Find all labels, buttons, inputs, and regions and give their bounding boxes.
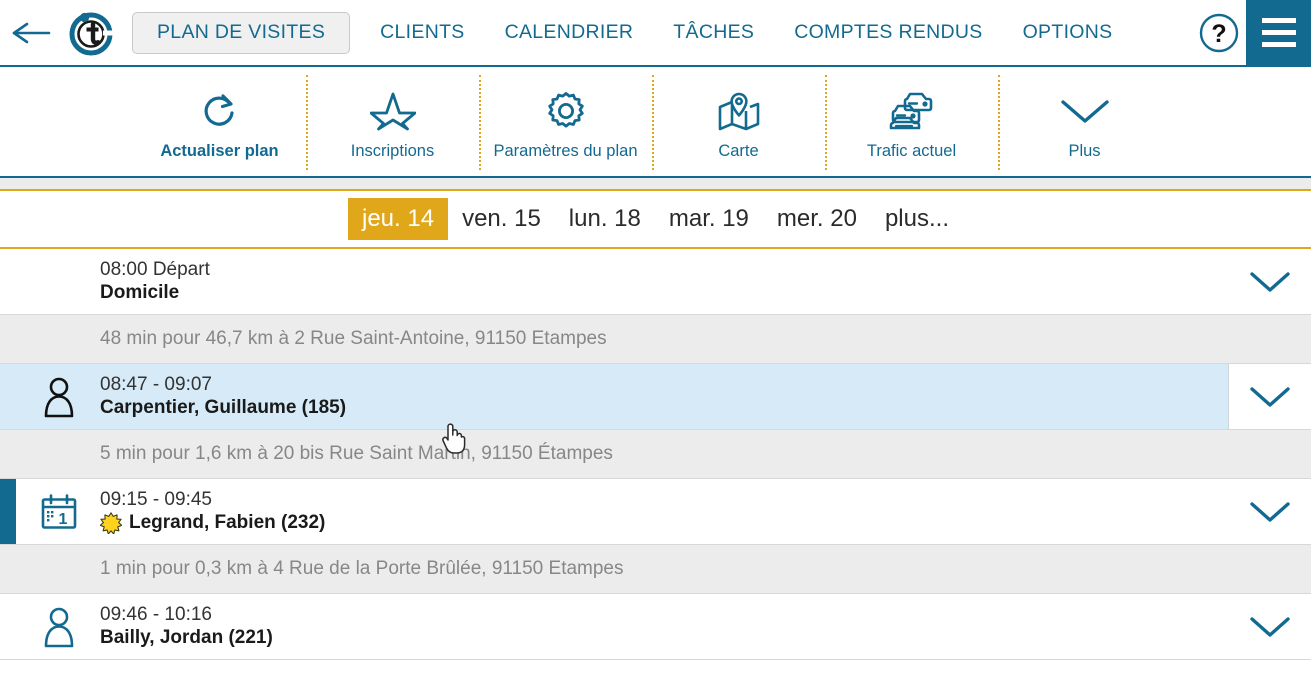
date-tab-lun-18[interactable]: lun. 18 [555,199,655,239]
date-tab-jeu-14[interactable]: jeu. 14 [348,198,449,240]
date-tab-label: lun. 18 [568,205,641,232]
calendar-icon: 1 [30,493,88,531]
top-navigation-bar: PLAN DE VISITES CLIENTS CALENDRIER TÂCHE… [0,0,1311,67]
stop-name: Legrand, Fabien (232) [100,512,1311,535]
row-status-bar [0,479,16,544]
table-row[interactable]: 08:47 - 09:07 Carpentier, Guillaume (185… [0,364,1311,430]
map-pin-icon [715,88,763,134]
expand-row-chevron-down-icon[interactable] [1228,479,1311,544]
expand-row-chevron-down-icon[interactable] [1228,364,1311,429]
svg-text:?: ? [1211,20,1226,48]
toolbar-button-label: Inscriptions [350,142,435,160]
nav-item-calendrier[interactable]: CALENDRIER [485,0,654,66]
person-icon [30,606,88,648]
nav-item-clients[interactable]: CLIENTS [360,0,484,66]
toolbar-button-trafic-actuel[interactable]: Trafic actuel [825,67,998,176]
toolbar-button-label: Actualiser plan [160,142,279,160]
date-tab-label: mar. 19 [668,205,749,232]
nav-item-label: TÂCHES [673,21,755,43]
nav-item-label: PLAN DE VISITES [157,21,326,43]
travel-text: 1 min pour 0,3 km à 4 Rue de la Porte Br… [100,558,624,579]
nav-item-taches[interactable]: TÂCHES [653,0,774,66]
stop-name: Domicile [100,282,1311,305]
nav-item-comptes-rendus[interactable]: COMPTES RENDUS [774,0,1002,66]
toolbar-button-actualiser-plan[interactable]: Actualiser plan [133,67,306,176]
toolbar-button-label: Carte [718,142,759,160]
calendar-day-number: 1 [59,511,68,528]
table-row[interactable]: 09:46 - 10:16 Bailly, Jordan (221) [0,594,1311,660]
stop-name: Bailly, Jordan (221) [100,627,1311,650]
date-tab-label: plus... [884,205,949,232]
travel-text: 5 min pour 1,6 km à 20 bis Rue Saint Mar… [100,443,613,464]
stop-name-label: Domicile [100,281,180,303]
hamburger-menu-icon[interactable] [1246,0,1311,66]
stop-text: 08:47 - 09:07 Carpentier, Guillaume (185… [100,374,1311,420]
nav-item-label: CALENDRIER [504,21,634,43]
expand-row-chevron-down-icon[interactable] [1228,594,1311,659]
date-tab-ven-15[interactable]: ven. 15 [448,199,555,239]
date-tab-label: mer. 20 [776,205,857,232]
date-tab-label: ven. 15 [462,205,541,232]
action-toolbar: Actualiser plan Inscriptions Paramètres … [0,67,1311,178]
help-question-icon[interactable]: ? [1192,0,1246,66]
date-tab-bar: jeu. 14 ven. 15 lun. 18 mar. 19 mer. 20 … [0,191,1311,249]
stop-time: 09:15 - 09:45 [100,488,212,510]
date-bar-top-band [0,178,1311,191]
traffic-cars-icon [887,88,937,134]
toolbar-button-parametres-du-plan[interactable]: Paramètres du plan [479,67,652,176]
date-tab-label: jeu. 14 [362,205,435,232]
travel-row: 48 min pour 46,7 km à 2 Rue Saint-Antoin… [0,315,1311,364]
star-icon [369,88,416,134]
starburst-icon [100,512,122,534]
travel-row: 5 min pour 1,6 km à 20 bis Rue Saint Mar… [0,430,1311,479]
stop-name-label: Bailly, Jordan (221) [100,626,273,648]
nav-item-options[interactable]: OPTIONS [1003,0,1133,66]
toolbar-button-label: Paramètres du plan [493,142,638,160]
stop-text: 08:00 Départ Domicile [100,259,1311,305]
nav-item-label: OPTIONS [1022,21,1113,43]
table-row[interactable]: 1 09:15 - 09:45 Legrand, Fabien (232) [0,479,1311,545]
refresh-icon [200,88,240,134]
stop-text: 09:46 - 10:16 Bailly, Jordan (221) [100,604,1311,650]
gear-icon [545,88,587,134]
date-tab-plus[interactable]: plus... [871,199,963,239]
nav-item-label: COMPTES RENDUS [794,21,983,43]
stop-time: 08:47 - 09:07 [100,373,212,395]
chevron-down-icon [1057,88,1113,134]
stop-name-label: Legrand, Fabien (232) [129,511,326,533]
date-tab-mer-20[interactable]: mer. 20 [763,199,871,239]
itinerary-list: 08:00 Départ Domicile 48 min pour 46,7 k… [0,249,1311,660]
toolbar-button-plus[interactable]: Plus [998,67,1171,176]
person-icon [30,376,88,418]
stop-time: 09:46 - 10:16 [100,603,212,625]
t-logo-icon [62,0,120,66]
stop-time: 08:00 Départ [100,258,210,280]
stop-text: 09:15 - 09:45 Legrand, Fabien (232) [100,489,1311,535]
back-arrow-icon[interactable] [0,0,62,66]
main-nav-items: PLAN DE VISITES CLIENTS CALENDRIER TÂCHE… [132,0,1192,66]
expand-row-chevron-down-icon[interactable] [1228,249,1311,314]
stop-name-label: Carpentier, Guillaume (185) [100,396,347,418]
date-tab-mar-19[interactable]: mar. 19 [655,199,763,239]
travel-row: 1 min pour 0,3 km à 4 Rue de la Porte Br… [0,545,1311,594]
toolbar-button-label: Plus [1068,142,1101,160]
travel-text: 48 min pour 46,7 km à 2 Rue Saint-Antoin… [100,328,607,349]
table-row[interactable]: 08:00 Départ Domicile [0,249,1311,315]
nav-item-label: CLIENTS [380,21,465,43]
toolbar-button-label: Trafic actuel [866,142,957,160]
nav-item-plan-de-visites[interactable]: PLAN DE VISITES [132,11,351,54]
toolbar-button-inscriptions[interactable]: Inscriptions [306,67,479,176]
toolbar-button-carte[interactable]: Carte [652,67,825,176]
stop-name: Carpentier, Guillaume (185) [100,397,1311,420]
